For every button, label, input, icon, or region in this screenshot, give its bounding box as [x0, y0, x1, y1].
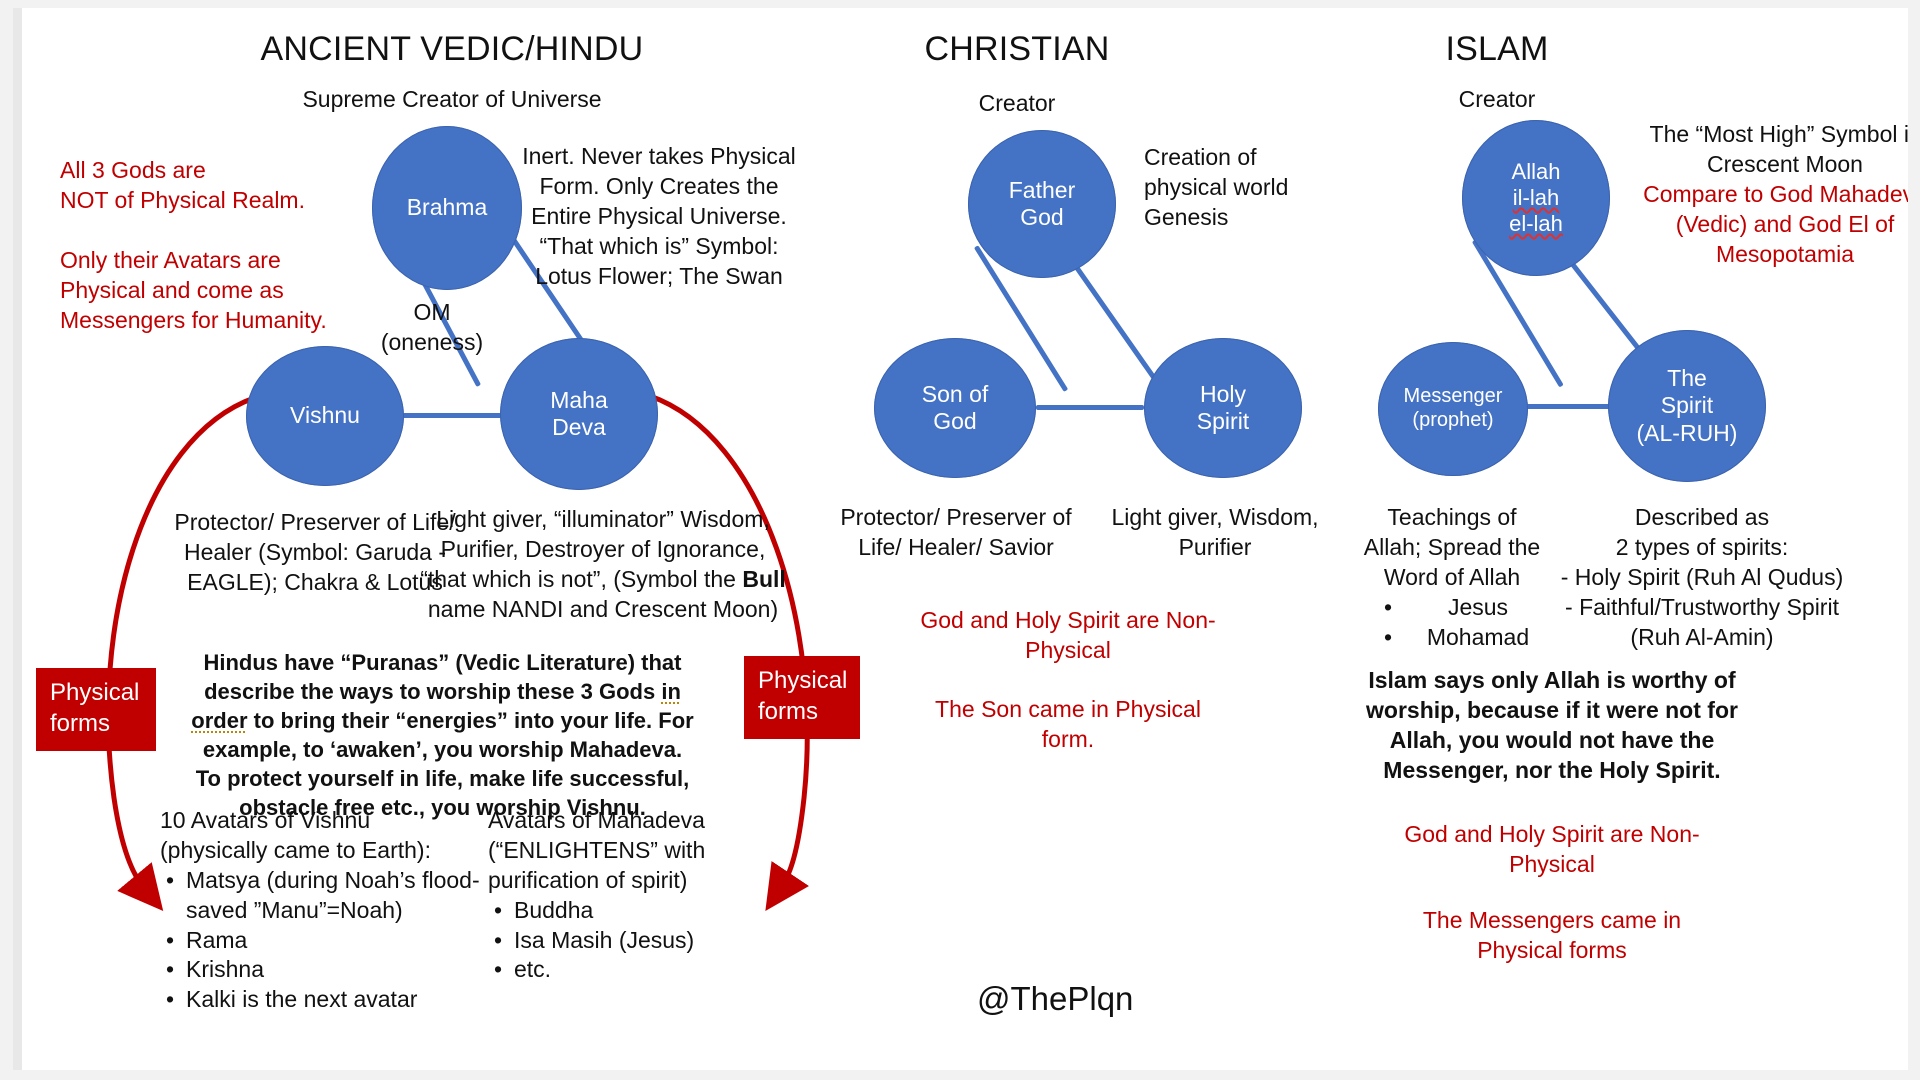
node-father-god[interactable]: Father God [968, 130, 1116, 278]
note-christian-son-physical: The Son came in Physical form. [935, 696, 1201, 752]
physical-forms-box-left[interactable]: Physical forms [36, 668, 156, 752]
avatars-vishnu-subheading: (physically came to Earth): [160, 836, 431, 863]
physical-forms-box-right-line1: Physical [758, 667, 848, 694]
desc-spirit-line2: 2 types of spirits: [1615, 533, 1789, 560]
edge-messenger-spirit [1522, 404, 1612, 409]
desc-spirit-dash2: - Faithful/Trustworthy Spirit [1565, 593, 1839, 620]
caption-creator-islam: Creator [1458, 86, 1536, 112]
desc-father-god: Creation of physical world Genesis [1144, 144, 1289, 230]
note-islam-messengers-physical: The Messengers came in Physical forms [1422, 907, 1682, 963]
desc-allah-black: The “Most High” Symbol is Crescent Moon [1649, 121, 1908, 177]
desc-spirit-dash3: (Ruh Al-Amin) [1630, 623, 1774, 650]
column-title-vedic: ANCIENT VEDIC/HINDU [260, 30, 644, 68]
desc-mahadeva-part-a: Light giver, “illuminator” Wisdom, Purif… [420, 506, 770, 592]
physical-forms-box-right[interactable]: Physical forms [744, 656, 860, 740]
note-all-3-gods-line2: NOT of Physical Realm. [60, 186, 305, 213]
list-item: Mohamad [1378, 623, 1552, 653]
node-father-god-line1: Father [1008, 176, 1076, 203]
node-holy-spirit-line1: Holy [1199, 380, 1246, 407]
physical-forms-box-right-line2: forms [758, 697, 818, 725]
node-vishnu[interactable]: Vishnu [246, 346, 404, 486]
node-allah[interactable]: Allah il-lah el-lah [1462, 120, 1610, 276]
list-item: Krishna [160, 955, 480, 985]
node-allah-line1: Allah [1511, 159, 1561, 185]
list-item: Kalki is the next avatar [160, 985, 480, 1015]
om-label: OM (oneness) [372, 298, 492, 358]
column-title-islam: ISLAM [1445, 30, 1549, 68]
avatars-mahadeva-list: Buddha Isa Masih (Jesus) etc. [488, 896, 738, 986]
desc-messenger-line2: Allah; Spread the [1363, 533, 1541, 560]
paragraph-puranas-part-b: to bring their “energies” into your life… [195, 708, 694, 821]
slide-canvas: ANCIENT VEDIC/HINDU Supreme Creator of U… [13, 8, 1908, 1070]
list-item: Matsya (during Noah’s flood-saved ”Manu”… [160, 866, 480, 926]
desc-spirit-dash1: - Holy Spirit (Ruh Al Qudus) [1560, 563, 1844, 590]
node-vishnu-label: Vishnu [290, 402, 360, 429]
node-mahadeva-label-line1: Maha [550, 386, 608, 413]
node-son-of-god-line2: God [933, 408, 977, 434]
avatars-vishnu-block: 10 Avatars of Vishnu (physically came to… [160, 806, 480, 1015]
node-messenger-line2: (prophet) [1412, 409, 1494, 431]
avatars-mahadeva-subheading: (“ENLIGHTENS” with purification of spiri… [488, 836, 706, 893]
paragraph-puranas-part-a: Hindus have “Puranas” (Vedic Literature)… [203, 650, 682, 705]
node-spirit-alruh-line3: (AL-RUH) [1636, 419, 1738, 446]
desc-brahma: Inert. Never takes Physical Form. Only C… [522, 143, 796, 289]
node-father-god-line2: God [1020, 204, 1064, 230]
node-messenger-line1: Messenger [1403, 385, 1503, 408]
node-allah-line3: el-lah [1509, 210, 1563, 236]
caption-supreme-creator: Supreme Creator of Universe [302, 86, 602, 112]
node-mahadeva-label-line2: Deva [552, 414, 606, 440]
note-all-3-gods-line1: All 3 Gods are [60, 157, 206, 183]
node-spirit-alruh-line1: The [1667, 365, 1707, 392]
node-allah-line2: il-lah [1512, 185, 1560, 211]
note-avatars-messengers: Only their Avatars are Physical and come… [60, 247, 327, 333]
desc-son-of-god: Protector/ Preserver of Life/ Healer/ Sa… [840, 504, 1072, 560]
desc-messenger-list: Jesus Mohamad [1378, 593, 1552, 653]
note-all-3-gods: All 3 Gods are NOT of Physical Realm. [60, 156, 330, 216]
list-item: Jesus [1378, 593, 1552, 623]
note-islam-bold: Islam says only Allah is worthy of worsh… [1366, 667, 1738, 783]
edge-son-holyspirit [1036, 405, 1144, 410]
node-brahma[interactable]: Brahma [372, 126, 522, 290]
column-title-christian: CHRISTIAN [924, 30, 1110, 68]
node-messenger[interactable]: Messenger (prophet) [1378, 342, 1528, 476]
caption-creator-christian: Creator [978, 90, 1056, 116]
desc-mahadeva: Light giver, “illuminator” Wisdom, Purif… [418, 505, 788, 625]
watermark-handle: @ThePlqn [977, 980, 1134, 1017]
desc-messenger-line1: Teachings of [1387, 504, 1517, 530]
edge-vishnu-mahadeva [390, 413, 510, 418]
node-son-of-god-line1: Son of [921, 380, 989, 407]
om-label-line1: OM [413, 299, 451, 325]
list-item: Isa Masih (Jesus) [488, 926, 738, 956]
physical-forms-box-left-line2: forms [50, 709, 110, 737]
desc-spirit-line1: Described as [1634, 504, 1770, 530]
desc-allah-red: Compare to God Mahadeva (Vedic) and God … [1643, 181, 1908, 267]
node-holy-spirit[interactable]: Holy Spirit [1144, 338, 1302, 478]
note-christian-nonphysical: God and Holy Spirit are Non-Physical [920, 607, 1216, 663]
desc-messenger-line3: Word of Allah [1383, 563, 1521, 590]
desc-holy-spirit: Light giver, Wisdom, Purifier [1111, 504, 1319, 560]
om-label-line2: (oneness) [380, 328, 484, 355]
node-mahadeva[interactable]: Maha Deva [500, 338, 658, 490]
node-brahma-label: Brahma [406, 194, 488, 221]
physical-forms-box-left-line1: Physical [50, 679, 140, 706]
avatars-mahadeva-heading: Avatars of Mahadeva [488, 807, 705, 833]
list-item: etc. [488, 955, 738, 985]
desc-messenger: Teachings of Allah; Spread the Word of A… [1352, 503, 1552, 652]
list-item: Buddha [488, 896, 738, 926]
node-spirit-alruh-line2: Spirit [1660, 392, 1714, 419]
desc-mahadeva-part-b: name NANDI and Crescent Moon) [427, 595, 779, 622]
desc-spirit: Described as 2 types of spirits: - Holy … [1542, 503, 1862, 652]
avatars-mahadeva-block: Avatars of Mahadeva (“ENLIGHTENS” with p… [488, 806, 738, 985]
node-holy-spirit-line2: Spirit [1196, 408, 1250, 434]
avatars-vishnu-heading: 10 Avatars of Vishnu [160, 807, 371, 833]
desc-mahadeva-bold-bull: Bull [742, 565, 786, 592]
node-spirit-alruh[interactable]: The Spirit (AL-RUH) [1608, 330, 1766, 482]
list-item: Rama [160, 926, 480, 956]
note-islam-nonphysical: God and Holy Spirit are Non-Physical [1404, 821, 1700, 877]
paragraph-puranas: Hindus have “Puranas” (Vedic Literature)… [190, 648, 695, 822]
node-son-of-god[interactable]: Son of God [874, 338, 1036, 478]
avatars-vishnu-list: Matsya (during Noah’s flood-saved ”Manu”… [160, 866, 480, 1015]
